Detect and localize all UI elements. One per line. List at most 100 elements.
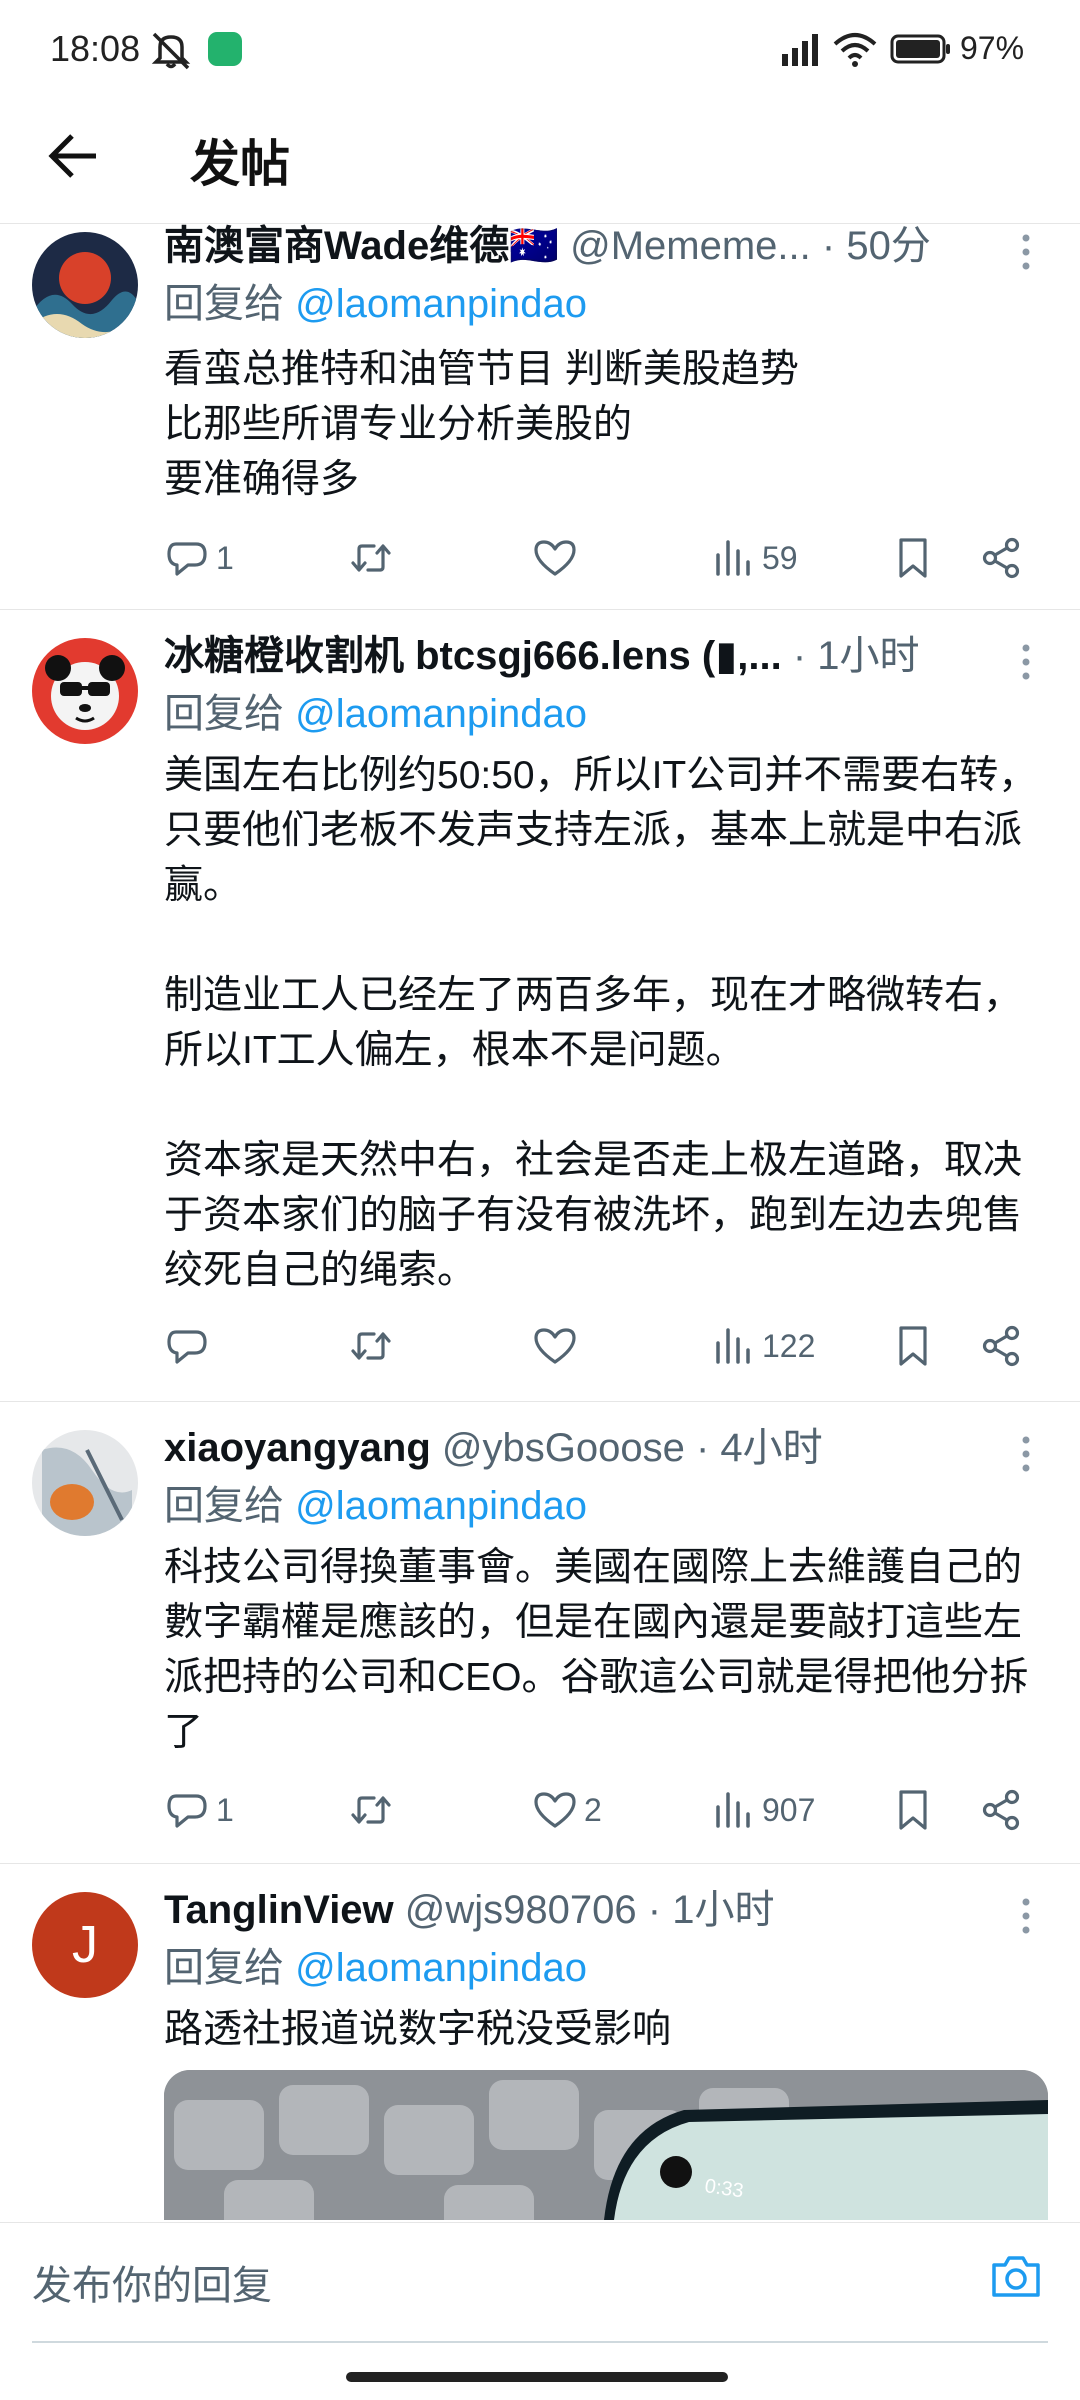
reply-post[interactable]: 南澳富商Wade维德🇦🇺 @Mememe... · 50分 回复给 @laoma… (0, 224, 1080, 610)
post-text: 科技公司得換董事會。美國在國際上去維護自己的數字霸權是應該的，但是在國內還是要敲… (164, 1546, 1029, 1754)
like-button[interactable]: 2 (532, 1780, 602, 1840)
reply-to-mention[interactable]: @laomanpindao (295, 692, 587, 736)
avatar-letter: J (72, 1916, 98, 1974)
retweet-icon (351, 544, 391, 572)
mute-icon (151, 32, 191, 70)
reply-count: 1 (216, 539, 234, 576)
share-icon (982, 1789, 1020, 1831)
view-count: 907 (762, 1791, 816, 1828)
reply-to-label: 回复给 (164, 692, 284, 736)
views-button[interactable]: 59 (710, 528, 798, 588)
bookmark-button[interactable] (890, 1316, 936, 1376)
views-button[interactable]: 907 (710, 1780, 815, 1840)
battery-icon (890, 34, 950, 64)
post-text: 看蛮总推特和油管节目 判断美股趋势 比那些所谓专业分析美股的 要准确得多 (164, 348, 799, 501)
share-button[interactable] (978, 1780, 1024, 1840)
more-options-icon[interactable] (1018, 1896, 1034, 1936)
bookmark-button[interactable] (890, 1780, 936, 1840)
reply-to-label: 回复给 (164, 1484, 284, 1528)
bookmark-icon (899, 538, 927, 578)
author-handle[interactable]: @ybsGooose (442, 1426, 685, 1470)
post-text: 路透社报道说数字税没受影响 (164, 2008, 672, 2051)
heart-icon (534, 540, 576, 576)
retweet-button[interactable] (348, 1780, 400, 1840)
action-bar: 1 59 (0, 528, 1080, 588)
post-time: · 1小时 (647, 1888, 775, 1932)
reply-to: 回复给 @laomanpindao (164, 688, 587, 740)
view-count: 122 (762, 1327, 816, 1364)
heart-icon (534, 1328, 576, 1364)
bookmark-icon (899, 1790, 927, 1830)
share-icon (982, 1325, 1020, 1367)
more-options-icon[interactable] (1018, 1434, 1034, 1474)
bookmark-button[interactable] (890, 528, 936, 588)
more-options-icon[interactable] (1018, 232, 1034, 272)
reply-to-mention[interactable]: @laomanpindao (295, 282, 587, 326)
wifi-icon (833, 33, 877, 67)
camera-icon[interactable] (988, 2249, 1044, 2305)
reply-icon (167, 1794, 207, 1828)
share-button[interactable] (978, 1316, 1024, 1376)
author-name[interactable]: 南澳富商Wade维德🇦🇺 (164, 224, 559, 268)
reply-icon (167, 1330, 207, 1364)
post-time: · 4小时 (695, 1426, 823, 1470)
views-icon (716, 540, 750, 576)
reply-button[interactable] (164, 1316, 216, 1376)
view-count: 59 (762, 539, 798, 576)
action-bar: 122 (0, 1316, 1080, 1376)
reply-to-mention[interactable]: @laomanpindao (295, 1946, 587, 1990)
reply-to: 回复给 @laomanpindao (164, 1942, 587, 1994)
more-options-icon[interactable] (1018, 642, 1034, 682)
status-bar: 18:08 97% (0, 0, 1080, 96)
post-text: 美国左右比例约50:50，所以IT公司并不需要右转，只要他们老板不发声支持左派，… (164, 754, 1038, 1292)
avatar[interactable] (32, 1430, 138, 1536)
share-button[interactable] (978, 528, 1024, 588)
reply-icon (167, 542, 207, 576)
composer-underline (32, 2341, 1048, 2343)
author-name[interactable]: 冰糖橙收割机 btcsgj666.lens (▮,... (164, 634, 782, 678)
author-name[interactable]: xiaoyangyang (164, 1426, 431, 1470)
post-media-image[interactable]: 0:33 (164, 2070, 1048, 2220)
author-handle[interactable]: @wjs980706 (405, 1888, 637, 1932)
reply-count: 1 (216, 1791, 234, 1828)
avatar[interactable] (32, 638, 138, 744)
retweet-icon (351, 1332, 391, 1360)
reply-input[interactable]: 发布你的回复 (32, 2253, 272, 2311)
retweet-button[interactable] (348, 528, 400, 588)
reply-to: 回复给 @laomanpindao (164, 1480, 587, 1532)
action-bar: 1 2 907 (0, 1780, 1080, 1840)
views-icon (716, 1792, 750, 1828)
author-name[interactable]: TanglinView (164, 1888, 394, 1932)
home-indicator[interactable] (346, 2372, 728, 2382)
heart-icon (534, 1792, 576, 1828)
reply-to: 回复给 @laomanpindao (164, 278, 587, 330)
reply-composer[interactable]: 发布你的回复 (0, 2222, 1080, 2344)
app-notification-icon (208, 32, 242, 66)
page-title: 发帖 (190, 136, 290, 192)
reply-to-label: 回复给 (164, 1946, 284, 1990)
back-arrow-icon[interactable] (44, 126, 104, 186)
avatar[interactable]: J (32, 1892, 138, 1998)
reply-button[interactable]: 1 (164, 528, 234, 588)
reply-post[interactable]: 冰糖橙收割机 btcsgj666.lens (▮,... · 1小时 回复给 @… (0, 610, 1080, 1402)
bookmark-icon (899, 1326, 927, 1366)
reply-to-label: 回复给 (164, 282, 284, 326)
share-icon (982, 537, 1020, 579)
avatar[interactable] (32, 232, 138, 338)
views-icon (716, 1328, 750, 1364)
like-button[interactable] (532, 528, 584, 588)
reply-to-mention[interactable]: @laomanpindao (295, 1484, 587, 1528)
like-button[interactable] (532, 1316, 584, 1376)
signal-icon (782, 34, 818, 66)
views-button[interactable]: 122 (710, 1316, 815, 1376)
top-bar: 发帖 (0, 96, 1080, 224)
status-time: 18:08 (50, 28, 141, 69)
battery-percent: 97% (960, 30, 1025, 66)
author-handle[interactable]: @Mememe... (570, 224, 811, 268)
reply-post[interactable]: xiaoyangyang @ybsGooose · 4小时 回复给 @laoma… (0, 1402, 1080, 1864)
post-time: · 1小时 (792, 634, 920, 678)
reply-button[interactable]: 1 (164, 1780, 234, 1840)
keyboard-phone-photo: 0:33 (164, 2070, 1048, 2220)
like-count: 2 (584, 1791, 602, 1828)
retweet-button[interactable] (348, 1316, 400, 1376)
